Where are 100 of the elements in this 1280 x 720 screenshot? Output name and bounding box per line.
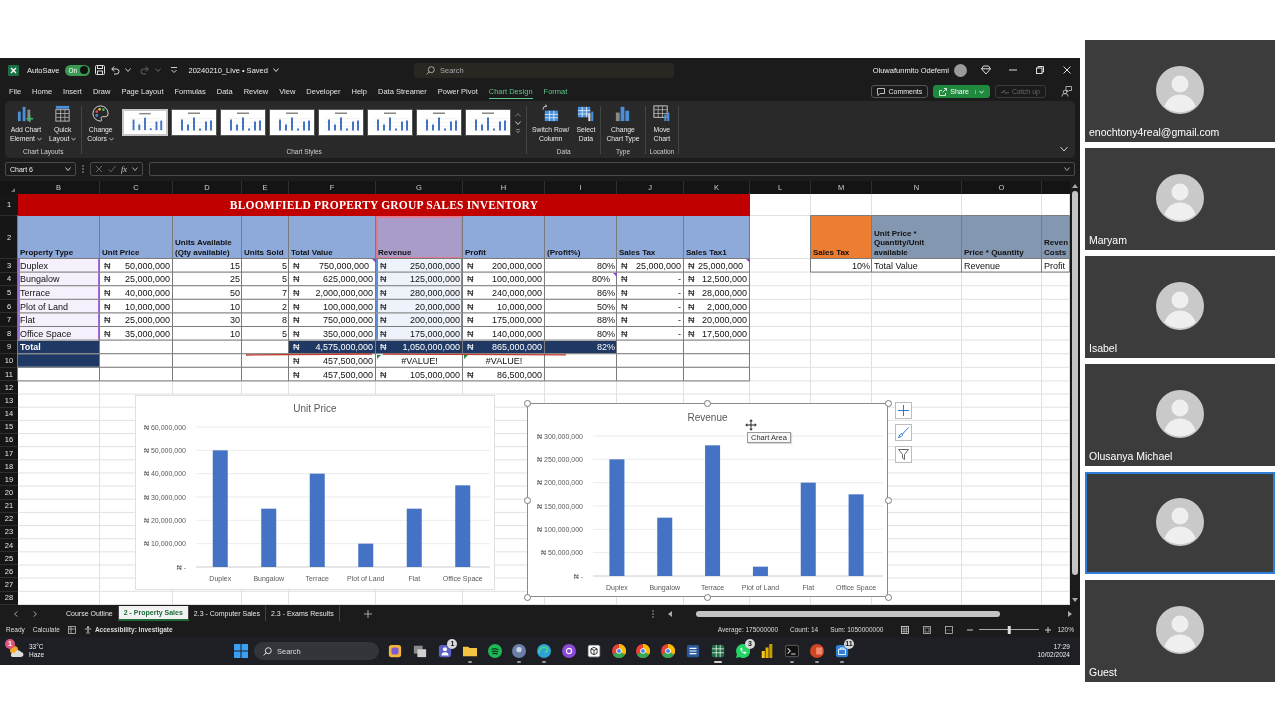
currency-symbol: ₦ <box>380 274 387 285</box>
chat-bubble-icon[interactable] <box>735 644 750 658</box>
currency-symbol: ₦ <box>293 315 300 326</box>
sound-waves-icon[interactable] <box>487 644 502 658</box>
resize-handle[interactable] <box>523 496 531 504</box>
browser-icon[interactable] <box>611 644 626 658</box>
resize-handle[interactable] <box>523 593 531 601</box>
chevron-down-icon[interactable] <box>1060 145 1068 153</box>
amount: 35,000,000 <box>124 328 170 339</box>
scroll-down-icon[interactable] <box>1072 598 1078 602</box>
participant-tile[interactable]: enochtony4real@gmail.com <box>1085 40 1275 142</box>
participant-tile[interactable] <box>1085 472 1275 574</box>
currency-symbol: ₦ <box>293 369 300 380</box>
presentation-icon[interactable] <box>809 644 824 658</box>
error-indicator-icon[interactable] <box>464 355 468 360</box>
participant-tile[interactable]: Guest <box>1085 580 1275 682</box>
chart-style-thumbnail[interactable] <box>416 109 462 136</box>
round-app-icon[interactable] <box>512 644 527 658</box>
table-cell-text: 15 <box>229 259 241 273</box>
table-cell-text: Profit <box>1043 259 1066 273</box>
chart-elements-button[interactable] <box>895 402 912 419</box>
chart-filters-button[interactable] <box>895 446 912 463</box>
currency-symbol: ₦ <box>104 301 111 312</box>
table-cell-text: 30 <box>229 314 241 327</box>
minus-icon[interactable] <box>967 628 974 631</box>
chart-style-thumbnail[interactable] <box>367 109 413 136</box>
resize-handle[interactable] <box>884 496 892 504</box>
chart-style-thumbnail[interactable] <box>318 109 364 136</box>
diamond-icon[interactable] <box>981 65 991 75</box>
insert-function-button[interactable]: fx <box>121 164 128 174</box>
page-layout-icon[interactable] <box>923 625 932 634</box>
bar-chart-icon[interactable] <box>760 644 775 658</box>
resize-handle[interactable] <box>884 593 892 601</box>
currency-symbol: ₦ <box>467 301 474 312</box>
more-icon[interactable] <box>515 128 521 133</box>
chevron-down-icon[interactable] <box>1064 167 1070 171</box>
amount: 100,000,000 <box>322 301 373 312</box>
chart-style-thumbnail[interactable] <box>465 109 511 136</box>
resize-handle[interactable] <box>704 399 711 407</box>
terminal-icon[interactable] <box>785 644 800 658</box>
cancel-icon[interactable] <box>95 165 103 173</box>
scroll-down-icon[interactable] <box>515 120 521 125</box>
amount: - <box>678 288 681 298</box>
resize-handle[interactable] <box>523 399 531 407</box>
normal-view-icon[interactable] <box>901 625 910 634</box>
resize-handle[interactable] <box>704 593 711 601</box>
plus-icon[interactable] <box>1045 626 1052 633</box>
spreadsheet-icon <box>8 64 19 76</box>
folder-icon[interactable] <box>462 644 477 658</box>
browser-icon[interactable] <box>636 644 651 658</box>
participant-tile[interactable]: Maryam <box>1085 148 1275 250</box>
chart-styles-button[interactable] <box>895 424 912 441</box>
start-icon[interactable] <box>234 644 248 658</box>
person-tile-icon[interactable] <box>438 644 452 658</box>
document-icon[interactable] <box>685 644 700 658</box>
currency-symbol: ₦ <box>104 288 111 298</box>
shopping-bag-icon[interactable] <box>834 644 849 658</box>
sun-cloud-icon[interactable] <box>8 643 24 659</box>
swirl-icon[interactable] <box>537 644 552 658</box>
scroll-left-icon[interactable] <box>668 610 672 617</box>
app-tile-icon[interactable] <box>388 644 403 658</box>
disc-icon[interactable] <box>561 644 576 658</box>
error-indicator-icon[interactable] <box>377 355 381 360</box>
participant-tile[interactable]: Isabel <box>1085 256 1275 358</box>
note-indicator-icon[interactable] <box>613 272 617 277</box>
chevron-right-icon[interactable] <box>33 610 37 617</box>
scrollbar-thumb[interactable] <box>1072 191 1078 575</box>
grid-icon[interactable] <box>67 625 76 634</box>
amount: 350,000,000 <box>322 328 373 339</box>
participant-tile[interactable]: Olusanya Michael <box>1085 364 1275 466</box>
scrollbar-thumb[interactable] <box>696 610 1000 617</box>
plus-icon[interactable] <box>363 609 372 618</box>
avatar[interactable] <box>954 63 967 77</box>
currency-symbol: ₦ <box>621 260 628 271</box>
person-chat-icon[interactable] <box>1061 86 1072 97</box>
redo-icon[interactable] <box>139 65 150 75</box>
check-icon[interactable] <box>108 165 116 173</box>
scroll-right-icon[interactable] <box>1068 610 1072 617</box>
chart-style-thumbnail[interactable] <box>269 109 315 136</box>
amount: 175,000,000 <box>491 315 542 326</box>
header-cell: Total Value <box>289 216 376 259</box>
resize-handle[interactable] <box>884 399 892 407</box>
browser-icon[interactable] <box>661 644 676 658</box>
formula-field[interactable] <box>149 162 1075 176</box>
select-all-icon[interactable] <box>10 188 16 192</box>
spreadsheet-icon[interactable] <box>710 644 725 658</box>
save-icon[interactable] <box>94 65 105 75</box>
undo-icon[interactable] <box>109 65 120 75</box>
caret-icon[interactable] <box>132 167 139 171</box>
cube-icon[interactable] <box>586 644 601 658</box>
slider-thumb[interactable] <box>1008 625 1011 634</box>
chart-style-thumbnail[interactable] <box>220 109 266 136</box>
header-cell: Sales Tax1 <box>684 216 750 259</box>
chart-style-thumbnail[interactable] <box>171 109 217 136</box>
customize-icon[interactable] <box>169 66 178 74</box>
chevron-left-icon[interactable] <box>14 610 18 617</box>
page-break-icon[interactable] <box>945 625 954 634</box>
palette-icon <box>91 104 111 123</box>
scroll-up-icon[interactable] <box>1072 184 1078 188</box>
task-view-icon[interactable] <box>413 644 428 658</box>
